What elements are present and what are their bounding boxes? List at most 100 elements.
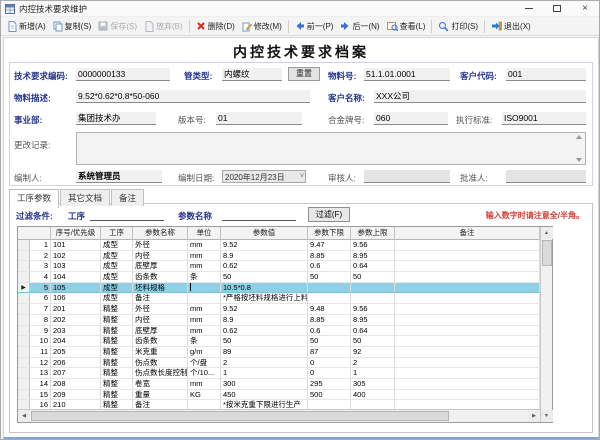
- table-cell[interactable]: 87: [308, 347, 351, 358]
- table-cell[interactable]: [395, 261, 540, 272]
- table-cell[interactable]: [395, 358, 540, 369]
- table-cell[interactable]: mm: [188, 304, 221, 315]
- row-selector-cell[interactable]: [18, 336, 30, 347]
- table-cell[interactable]: 9: [30, 326, 51, 337]
- table-cell[interactable]: 精整: [101, 347, 133, 358]
- table-cell[interactable]: 105: [51, 283, 101, 294]
- row-selector-cell[interactable]: [18, 240, 30, 251]
- horizontal-scrollbar[interactable]: ◀ ▶: [18, 409, 540, 422]
- save-button[interactable]: 保存(S): [95, 19, 140, 34]
- table-cell[interactable]: 9.52: [221, 304, 308, 315]
- row-selector-cell[interactable]: [18, 272, 30, 283]
- table-cell[interactable]: [395, 293, 540, 304]
- customer-code-field[interactable]: [506, 68, 586, 81]
- table-cell[interactable]: [395, 304, 540, 315]
- table-cell[interactable]: 5: [30, 283, 51, 294]
- table-cell[interactable]: 重量: [133, 390, 188, 401]
- table-cell[interactable]: 精整: [101, 390, 133, 401]
- scroll-up-icon[interactable]: ▲: [541, 227, 553, 239]
- table-cell[interactable]: [395, 400, 540, 409]
- table-cell[interactable]: 50: [351, 272, 395, 283]
- table-cell[interactable]: 50: [308, 272, 351, 283]
- table-cell[interactable]: 伤点数长度控制: [133, 368, 188, 379]
- table-cell[interactable]: 305: [351, 379, 395, 390]
- column-header[interactable]: 单位: [188, 227, 221, 240]
- approver-field[interactable]: [506, 170, 586, 183]
- table-cell[interactable]: 92: [351, 347, 395, 358]
- table-cell[interactable]: [308, 283, 351, 294]
- delete-button[interactable]: 删除(D): [193, 19, 238, 34]
- scroll-right-icon[interactable]: ▶: [528, 410, 540, 422]
- row-selector-cell[interactable]: ▶: [18, 283, 30, 294]
- table-cell[interactable]: 0.62: [221, 326, 308, 337]
- tab-remarks[interactable]: 备注: [111, 189, 144, 206]
- table-row[interactable]: 13207精整伤点数长度控制个/10...101: [18, 368, 540, 379]
- discard-button[interactable]: 放弃(B): [141, 19, 186, 34]
- table-cell[interactable]: mm: [188, 326, 221, 337]
- table-row[interactable]: ▶5105成型坯料规格10.5*0.8: [18, 283, 540, 294]
- table-cell[interactable]: 8.95: [351, 251, 395, 262]
- table-row[interactable]: 2102成型内径mm8.98.858.95: [18, 251, 540, 262]
- table-cell[interactable]: KG: [188, 390, 221, 401]
- table-cell[interactable]: 1: [221, 368, 308, 379]
- table-cell[interactable]: 齿条数: [133, 336, 188, 347]
- table-cell[interactable]: 成型: [101, 251, 133, 262]
- table-cell[interactable]: 2: [30, 251, 51, 262]
- table-cell[interactable]: [395, 251, 540, 262]
- table-cell[interactable]: mm: [188, 251, 221, 262]
- table-cell[interactable]: 206: [51, 358, 101, 369]
- table-cell[interactable]: [188, 400, 221, 409]
- table-cell[interactable]: 成型: [101, 261, 133, 272]
- maximize-button[interactable]: [543, 1, 571, 16]
- table-cell[interactable]: 50: [221, 272, 308, 283]
- scroll-left-icon[interactable]: ◀: [18, 410, 30, 422]
- table-cell[interactable]: [395, 390, 540, 401]
- table-cell[interactable]: [308, 400, 351, 409]
- table-cell[interactable]: *严格按坯料规格进行上料。: [221, 293, 308, 304]
- table-cell[interactable]: 205: [51, 347, 101, 358]
- table-cell[interactable]: [395, 368, 540, 379]
- table-cell[interactable]: 底壁厚: [133, 326, 188, 337]
- table-cell[interactable]: *按米克重下限进行生产: [221, 400, 308, 409]
- table-cell[interactable]: 204: [51, 336, 101, 347]
- table-cell[interactable]: 底壁厚: [133, 261, 188, 272]
- table-cell[interactable]: 外径: [133, 240, 188, 251]
- table-cell[interactable]: 个/盘: [188, 358, 221, 369]
- table-cell[interactable]: 精整: [101, 368, 133, 379]
- row-selector-cell[interactable]: [18, 390, 30, 401]
- table-cell[interactable]: 103: [51, 261, 101, 272]
- table-row[interactable]: 4104成型齿条数条505050: [18, 272, 540, 283]
- table-row[interactable]: 15209精整重量KG450500400: [18, 390, 540, 401]
- memo-scroll-down-icon[interactable]: [576, 158, 582, 162]
- table-cell[interactable]: 9.56: [351, 240, 395, 251]
- view-button[interactable]: 查看(L): [384, 19, 429, 34]
- table-cell[interactable]: 成型: [101, 293, 133, 304]
- table-cell[interactable]: 208: [51, 379, 101, 390]
- table-cell[interactable]: 精整: [101, 304, 133, 315]
- table-cell[interactable]: 0.64: [351, 326, 395, 337]
- table-cell[interactable]: 0.6: [308, 326, 351, 337]
- filter-param-input[interactable]: [222, 208, 296, 221]
- close-button[interactable]: ×: [571, 1, 599, 16]
- table-cell[interactable]: 精整: [101, 400, 133, 409]
- compile-date-combo[interactable]: 2020年12月23日˅: [222, 170, 306, 183]
- tech-req-code-field[interactable]: [76, 68, 170, 81]
- table-cell[interactable]: 10: [30, 336, 51, 347]
- row-selector-cell[interactable]: [18, 261, 30, 272]
- table-row[interactable]: 9203精整底壁厚mm0.620.60.64: [18, 326, 540, 337]
- new-button[interactable]: 新增(A): [4, 19, 49, 34]
- table-cell[interactable]: 9.52: [221, 240, 308, 251]
- column-header[interactable]: 参数名称: [133, 227, 188, 240]
- table-cell[interactable]: [395, 336, 540, 347]
- compiler-field[interactable]: [76, 170, 162, 183]
- table-row[interactable]: 6106成型备注*严格按坯料规格进行上料。: [18, 293, 540, 304]
- print-button[interactable]: 打印(S): [435, 19, 481, 34]
- row-selector-cell[interactable]: [18, 304, 30, 315]
- table-cell[interactable]: 450: [221, 390, 308, 401]
- table-cell[interactable]: 15: [30, 390, 51, 401]
- column-header[interactable]: [18, 227, 51, 240]
- table-cell[interactable]: 坯料规格: [133, 283, 188, 294]
- column-header[interactable]: 参数上限: [351, 227, 395, 240]
- table-cell[interactable]: [308, 293, 351, 304]
- row-selector-cell[interactable]: [18, 326, 30, 337]
